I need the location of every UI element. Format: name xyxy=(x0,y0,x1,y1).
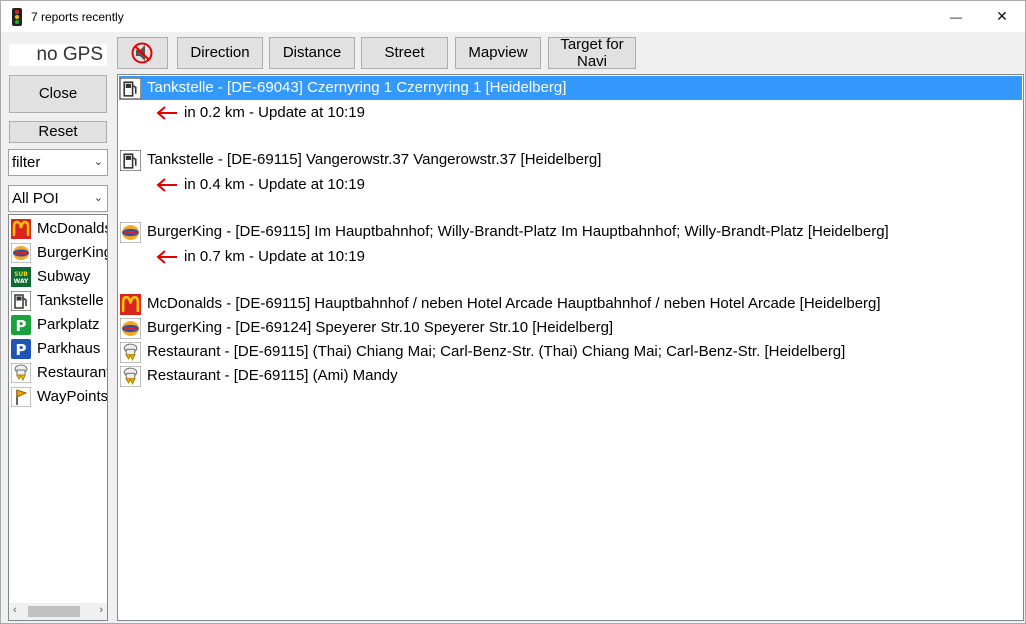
result-text: Tankstelle - [DE-69115] Vangerowstr.37 V… xyxy=(147,151,602,168)
parking-garage-icon: P xyxy=(11,339,31,359)
parking-icon: P xyxy=(11,315,31,335)
restaurant-icon xyxy=(11,363,31,383)
poi-item-label: WayPoints xyxy=(37,388,108,405)
poi-item-burgerking[interactable]: BurgerKing xyxy=(9,241,108,265)
poi-item-parkplatz[interactable]: P Parkplatz xyxy=(9,313,107,337)
restaurant-icon xyxy=(120,366,141,387)
restaurant-icon xyxy=(120,342,141,363)
result-text: McDonalds - [DE-69115] Hauptbahnhof / ne… xyxy=(147,295,881,312)
traffic-light-icon xyxy=(12,8,22,26)
poi-item-label: Subway xyxy=(37,268,91,285)
svg-text:P: P xyxy=(16,341,27,359)
poi-item-parkhaus[interactable]: P Parkhaus xyxy=(9,337,107,361)
result-text: BurgerKing - [DE-69124] Speyerer Str.10 … xyxy=(147,319,614,336)
target-label-line2: Navi xyxy=(576,53,607,70)
reset-button[interactable]: Reset xyxy=(9,121,107,143)
poi-item-label: McDonalds xyxy=(37,220,108,237)
speaker-muted-icon xyxy=(131,42,152,64)
scroll-right-icon[interactable]: › xyxy=(99,604,103,616)
left-arrow-icon xyxy=(156,106,177,120)
distance-button[interactable]: Distance xyxy=(269,37,355,69)
horizontal-scrollbar[interactable]: ‹ › xyxy=(9,603,107,620)
target-for-navi-button[interactable]: Target for Navi xyxy=(548,36,636,70)
poi-item-label: BurgerKing xyxy=(37,244,108,261)
poi-item-restaurant[interactable]: Restaurant xyxy=(9,361,108,385)
poi-list[interactable]: McDonalds BurgerKing SUB WAY Subway Tanks… xyxy=(8,214,108,621)
result-row[interactable]: Restaurant - [DE-69115] (Thai) Chiang Ma… xyxy=(119,340,1022,364)
poi-category-dropdown[interactable]: All POI ⌄ xyxy=(8,185,108,212)
subway-icon: SUBWAY xyxy=(11,267,31,287)
result-row[interactable]: BurgerKing - [DE-69124] Speyerer Str.10 … xyxy=(119,316,1022,340)
left-arrow-icon xyxy=(156,250,177,264)
result-text: Tankstelle - [DE-69043] Czernyring 1 Cze… xyxy=(147,79,567,96)
poi-item-mcdonalds[interactable]: McDonalds xyxy=(9,217,108,241)
result-row[interactable]: Tankstelle - [DE-69043] Czernyring 1 Cze… xyxy=(119,76,1022,100)
street-button[interactable]: Street xyxy=(361,37,448,69)
poi-item-label: Parkhaus xyxy=(37,340,101,357)
fuel-pump-icon xyxy=(120,78,141,99)
left-arrow-icon xyxy=(156,178,177,192)
mcdonalds-icon xyxy=(11,219,31,239)
result-row[interactable]: Tankstelle - [DE-69115] Vangerowstr.37 V… xyxy=(119,148,1022,172)
target-label-line1: Target for xyxy=(560,36,624,53)
waypoint-flag-icon xyxy=(11,387,31,407)
chevron-down-icon: ⌄ xyxy=(93,192,103,204)
poi-item-waypoints[interactable]: WayPoints xyxy=(9,385,108,409)
fuel-pump-icon xyxy=(11,291,31,311)
result-row[interactable]: Restaurant - [DE-69115] (Ami) Mandy xyxy=(119,364,1022,388)
app-window: 7 reports recently — ✕ no GPS Close Rese… xyxy=(0,0,1026,624)
window-title: 7 reports recently xyxy=(31,10,124,24)
mute-button[interactable] xyxy=(117,37,168,69)
poi-item-tankstelle[interactable]: Tankstelle xyxy=(9,289,107,313)
filter-dropdown[interactable]: filter ⌄ xyxy=(8,149,108,176)
chevron-down-icon: ⌄ xyxy=(93,156,103,168)
close-icon: ✕ xyxy=(996,8,1008,24)
scrollbar-thumb[interactable] xyxy=(28,606,80,617)
burgerking-icon xyxy=(120,318,141,339)
poi-item-label: Tankstelle xyxy=(37,292,104,309)
title-bar: 7 reports recently — ✕ xyxy=(1,1,1025,32)
maximize-button[interactable] xyxy=(933,1,979,32)
direction-button[interactable]: Direction xyxy=(177,37,263,69)
result-text: Restaurant - [DE-69115] (Thai) Chiang Ma… xyxy=(147,343,846,360)
svg-text:WAY: WAY xyxy=(14,278,29,285)
gps-status: no GPS xyxy=(9,44,107,66)
svg-text:P: P xyxy=(16,317,27,335)
svg-text:SUB: SUB xyxy=(14,271,28,278)
distance-text: in 0.4 km - Update at 10:19 xyxy=(184,176,365,193)
distance-text: in 0.7 km - Update at 10:19 xyxy=(184,248,365,265)
burgerking-icon xyxy=(11,243,31,263)
result-row[interactable]: BurgerKing - [DE-69115] Im Hauptbahnhof;… xyxy=(119,220,1022,244)
mcdonalds-icon xyxy=(120,294,141,315)
result-row[interactable]: McDonalds - [DE-69115] Hauptbahnhof / ne… xyxy=(119,292,1022,316)
fuel-pump-icon xyxy=(120,150,141,171)
result-text: Restaurant - [DE-69115] (Ami) Mandy xyxy=(147,367,398,384)
results-list[interactable]: Tankstelle - [DE-69043] Czernyring 1 Cze… xyxy=(117,74,1024,621)
close-button[interactable]: Close xyxy=(9,75,107,113)
result-text: BurgerKing - [DE-69115] Im Hauptbahnhof;… xyxy=(147,223,889,240)
poi-item-subway[interactable]: SUB WAY Subway xyxy=(9,265,107,289)
scroll-left-icon[interactable]: ‹ xyxy=(13,604,17,616)
filter-value: filter xyxy=(12,154,41,171)
burgerking-icon xyxy=(120,222,141,243)
distance-text: in 0.2 km - Update at 10:19 xyxy=(184,104,365,121)
poi-item-label: Parkplatz xyxy=(37,316,100,333)
poi-category-value: All POI xyxy=(12,190,59,207)
poi-item-label: Restaurant xyxy=(37,364,108,381)
close-window-button[interactable]: ✕ xyxy=(979,1,1025,32)
main-content: no GPS Close Reset filter ⌄ All POI ⌄ Mc… xyxy=(1,32,1025,623)
mapview-button[interactable]: Mapview xyxy=(455,37,541,69)
